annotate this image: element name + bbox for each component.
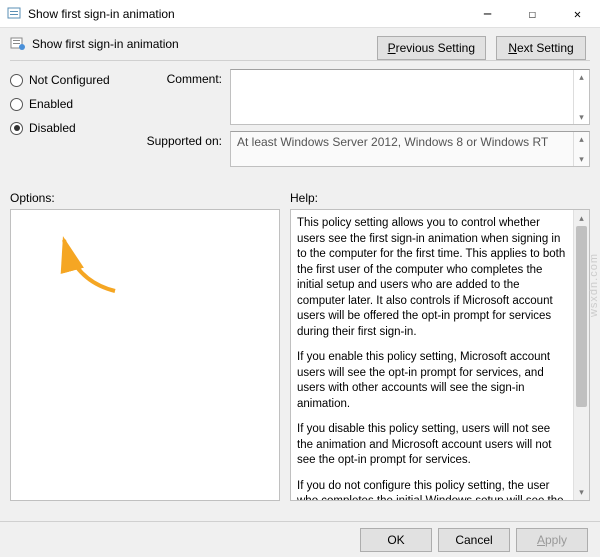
scroll-up-icon: ▴ xyxy=(574,70,589,84)
watermark: wsxdn.com xyxy=(588,252,600,316)
radio-not-configured[interactable]: Not Configured xyxy=(10,73,130,87)
window-icon xyxy=(6,6,22,22)
radio-label: Not Configured xyxy=(29,73,110,87)
scroll-up-icon: ▴ xyxy=(574,210,589,226)
apply-button[interactable]: Apply xyxy=(516,528,588,552)
ok-button[interactable]: OK xyxy=(360,528,432,552)
scrollbar-thumb[interactable] xyxy=(576,226,587,407)
help-label: Help: xyxy=(290,191,590,205)
minimize-button[interactable]: ─ xyxy=(465,0,510,28)
policy-title: Show first sign-in animation xyxy=(32,37,179,51)
scroll-down-icon: ▾ xyxy=(574,110,589,124)
radio-disabled[interactable]: Disabled xyxy=(10,121,130,135)
comment-label: Comment: xyxy=(140,69,222,125)
close-button[interactable]: ✕ xyxy=(555,0,600,28)
radio-enabled[interactable]: Enabled xyxy=(10,97,130,111)
supported-on-value: At least Windows Server 2012, Windows 8 … xyxy=(230,131,590,167)
scroll-down-icon: ▾ xyxy=(574,152,589,166)
scrollbar[interactable]: ▴ ▾ xyxy=(573,70,589,124)
radio-label: Enabled xyxy=(29,97,73,111)
radio-icon xyxy=(10,98,23,111)
policy-icon xyxy=(10,36,26,52)
supported-on-label: Supported on: xyxy=(140,131,222,167)
comment-textarea[interactable]: ▴ ▾ xyxy=(230,69,590,125)
help-panel: This policy setting allows you to contro… xyxy=(290,209,590,501)
scrollbar[interactable]: ▴ ▾ xyxy=(573,132,589,166)
help-paragraph: If you enable this policy setting, Micro… xyxy=(297,350,569,412)
maximize-button[interactable]: ☐ xyxy=(510,0,555,28)
radio-icon xyxy=(10,122,23,135)
window-title: Show first sign-in animation xyxy=(28,7,465,21)
cancel-button[interactable]: Cancel xyxy=(438,528,510,552)
help-paragraph: If you disable this policy setting, user… xyxy=(297,422,569,469)
radio-label: Disabled xyxy=(29,121,76,135)
options-label: Options: xyxy=(10,191,280,205)
next-setting-button[interactable]: Next Setting xyxy=(496,36,586,60)
radio-icon xyxy=(10,74,23,87)
scroll-up-icon: ▴ xyxy=(574,132,589,146)
help-paragraph: If you do not configure this policy sett… xyxy=(297,479,569,501)
scrollbar[interactable]: ▴ ▾ xyxy=(573,210,589,500)
previous-setting-button[interactable]: Previous Setting xyxy=(377,36,486,60)
help-paragraph: This policy setting allows you to contro… xyxy=(297,216,569,340)
options-panel xyxy=(10,209,280,501)
scroll-down-icon: ▾ xyxy=(574,484,589,500)
divider xyxy=(10,60,590,61)
